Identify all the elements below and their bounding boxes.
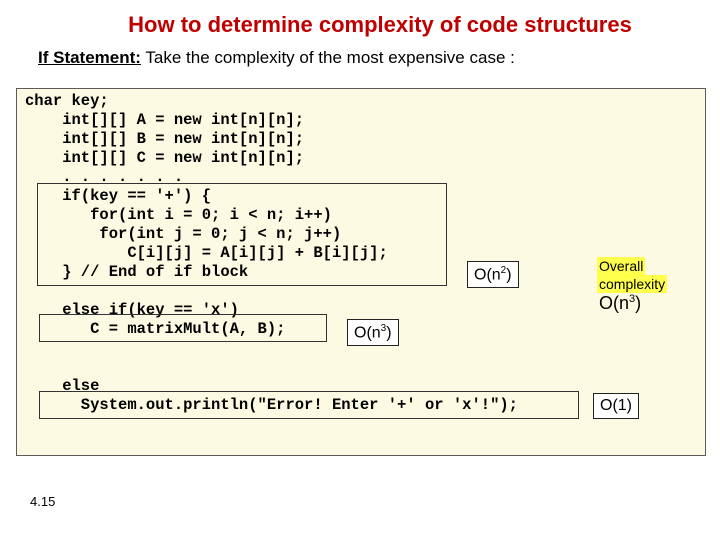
badge-on3-small: O(n3) bbox=[347, 319, 399, 346]
subtitle-rest: Take the complexity of the most expensiv… bbox=[141, 48, 515, 67]
subtitle-bold: If Statement: bbox=[38, 48, 141, 67]
slide-subtitle: If Statement: Take the complexity of the… bbox=[0, 44, 720, 74]
code-line: int[][] A = new int[n][n]; bbox=[25, 111, 304, 130]
code-line: char key; bbox=[25, 92, 109, 111]
code-line: int[][] B = new int[n][n]; bbox=[25, 130, 304, 149]
slide-title: How to determine complexity of code stru… bbox=[0, 0, 720, 44]
overall-label-2: complexity bbox=[597, 275, 667, 293]
badge-on2: O(n2) bbox=[467, 261, 519, 288]
if-block-box bbox=[37, 183, 447, 286]
overall-label-1: Overall bbox=[597, 257, 645, 275]
page-number: 4.15 bbox=[30, 494, 55, 509]
code-block: char key; int[][] A = new int[n][n]; int… bbox=[16, 88, 706, 456]
badge-o1: O(1) bbox=[593, 393, 639, 419]
code-line: int[][] C = new int[n][n]; bbox=[25, 149, 304, 168]
else-block-box bbox=[39, 391, 579, 419]
elseif-block-box bbox=[39, 314, 327, 342]
overall-value: O(n3) bbox=[599, 293, 641, 314]
